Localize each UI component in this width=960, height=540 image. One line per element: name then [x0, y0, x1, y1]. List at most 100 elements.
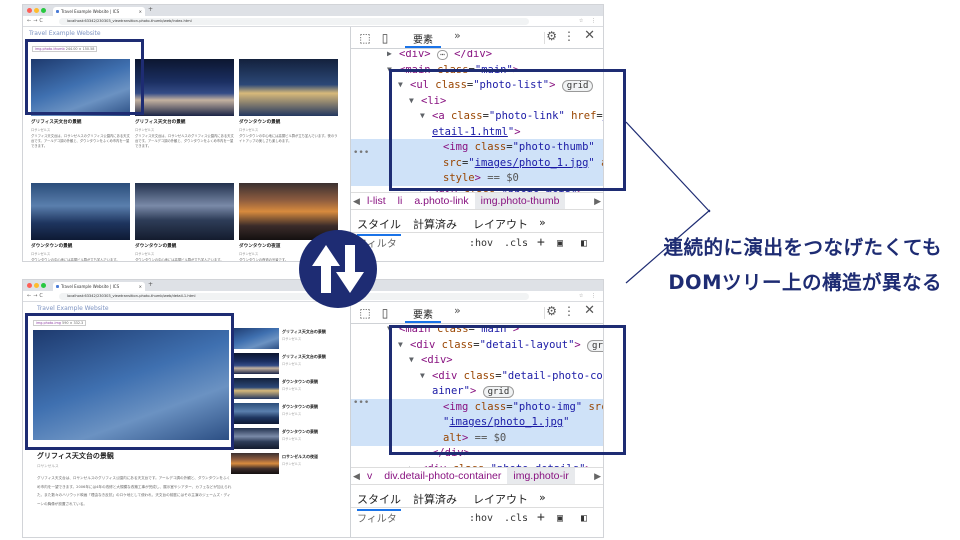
close-tab-icon[interactable]: ×: [139, 7, 142, 16]
new-tab-icon[interactable]: +: [148, 281, 153, 288]
photo-thumb[interactable]: [31, 183, 130, 240]
nav-buttons[interactable]: ←→C: [27, 18, 45, 24]
window-controls[interactable]: [27, 8, 46, 13]
styles-tab[interactable]: レイアウト: [473, 491, 528, 507]
hov-toggle[interactable]: :hov: [469, 238, 493, 249]
add-rule-icon[interactable]: +: [537, 235, 545, 250]
gear-icon[interactable]: ⚙: [546, 304, 557, 318]
related-item[interactable]: グリフィス天文台の景観 ロサンゼルス: [231, 328, 346, 349]
paint-icon[interactable]: ▣: [557, 238, 563, 249]
styles-tab[interactable]: »: [539, 216, 546, 229]
card-description: グリフィス天文台は、ロサンゼルスのグリフィス公園内にある天文台です。アールデコ調…: [31, 134, 130, 149]
device-toggle-icon[interactable]: ▯: [377, 305, 393, 321]
kebab-menu-icon[interactable]: ⋮: [563, 304, 575, 318]
address-bar-row: ←→C localhost:63342/230303_viewtransitio…: [23, 16, 603, 27]
new-tab-icon[interactable]: +: [148, 6, 153, 13]
dom-line[interactable]: ▶ <div> ⋯ </div>: [351, 50, 603, 62]
hov-toggle[interactable]: :hov: [469, 513, 493, 524]
browser-tab[interactable]: Travel Example Website | ICS ×: [53, 7, 145, 16]
cls-toggle[interactable]: .cls: [504, 513, 528, 524]
related-item[interactable]: ロサンゼルスの夜道 ロサンゼルス: [231, 453, 346, 474]
photo-thumb[interactable]: [135, 59, 234, 116]
tab-elements[interactable]: 要素: [405, 305, 441, 323]
kebab-menu-icon[interactable]: ⋮: [563, 29, 575, 43]
gutter-dots: •••: [353, 148, 370, 158]
related-thumb[interactable]: [231, 453, 279, 474]
card-description: ダウンタウンの中心地には高層ビル群が立ち並んでいます。夜のライトアップの美しさも…: [239, 134, 338, 144]
close-tab-icon[interactable]: ×: [139, 282, 142, 291]
breadcrumb: ◀ v div.detail-photo-container img.photo-ir…: [351, 467, 603, 485]
paint-icon[interactable]: ▣: [557, 513, 563, 524]
devtools-toolbar: ⬚ ▯ 要素» ⚙ ⋮ ✕: [351, 302, 603, 324]
card-caption: ダウンタウンの景観: [31, 244, 73, 249]
more-tabs-icon[interactable]: »: [454, 29, 461, 42]
breadcrumb-item[interactable]: l-list: [361, 193, 392, 209]
related-thumb[interactable]: [231, 328, 279, 349]
card-location: ロサンゼルス: [239, 128, 259, 132]
photo-card[interactable]: グリフィス天文台の景観 ロサンゼルス グリフィス天文台は、ロサンゼルスのグリフィス公…: [135, 59, 234, 160]
photo-thumb[interactable]: [135, 183, 234, 240]
photo-card[interactable]: ダウンタウンの景観 ロサンゼルス ダウンタウンの中心地には高層ビル群が立ち並んでいま…: [239, 59, 338, 160]
related-item[interactable]: グリフィス天文台の景観 ロサンゼルス: [231, 353, 346, 374]
photo-thumb[interactable]: [239, 59, 338, 116]
sidebar-toggle-icon[interactable]: ◧: [581, 513, 587, 524]
related-thumb[interactable]: [231, 403, 279, 424]
related-thumb[interactable]: [231, 378, 279, 399]
site-title[interactable]: Travel Example Website: [29, 30, 101, 37]
breadcrumb-item[interactable]: a.photo-link: [408, 193, 474, 209]
styles-tab[interactable]: 計算済み: [413, 491, 457, 507]
styles-tab[interactable]: レイアウト: [473, 216, 528, 232]
photo-card[interactable]: ダウンタウンの景観 ロサンゼルス ダウンタウンの中心地には高層ビル群が立ち並んでいま…: [31, 183, 130, 261]
gear-icon[interactable]: ⚙: [546, 29, 557, 43]
highlight-box-dom-top: [389, 69, 626, 191]
filter-bar: フィルタ:hov .cls + ▣ ◧: [351, 234, 603, 256]
breadcrumb-item[interactable]: v: [361, 468, 378, 484]
breadcrumb-item[interactable]: div.detail-photo-container: [378, 468, 507, 484]
tooltip-dims: 590 × 332.3: [62, 321, 84, 325]
cls-toggle[interactable]: .cls: [504, 238, 528, 249]
tab-elements[interactable]: 要素: [405, 30, 441, 48]
breadcrumb-item[interactable]: img.photo-ir: [507, 468, 575, 484]
breadcrumb-item[interactable]: img.photo-thumb: [474, 193, 566, 209]
breadcrumb-right-icon[interactable]: ▶: [592, 193, 603, 209]
related-item[interactable]: ダウンタウンの景観 ロサンゼルス: [231, 428, 346, 449]
device-toggle-icon[interactable]: ▯: [377, 30, 393, 46]
card-caption: グリフィス天文台の景観: [135, 120, 186, 125]
photo-card[interactable]: ダウンタウンの景観 ロサンゼルス ダウンタウンの中心地には高層ビル群が立ち並んでいま…: [135, 183, 234, 261]
inspect-element-icon[interactable]: ⬚: [357, 30, 373, 46]
url-field[interactable]: localhost:63342/230303_viewtransition-ph…: [59, 293, 529, 300]
related-item[interactable]: ダウンタウンの景観 ロサンゼルス: [231, 378, 346, 399]
related-thumb[interactable]: [231, 428, 279, 449]
url-text: localhost:63342/230303_viewtransition-ph…: [67, 19, 192, 23]
up-down-arrows-icon: [299, 230, 377, 308]
site-title[interactable]: Travel Example Website: [37, 305, 109, 312]
breadcrumb-right-icon[interactable]: ▶: [592, 468, 603, 484]
breadcrumb-item[interactable]: li: [392, 193, 409, 209]
card-location: ロサンゼルス: [31, 252, 51, 256]
close-icon[interactable]: ✕: [584, 28, 595, 43]
callout-lines: [625, 121, 711, 284]
related-location: ロサンゼルス: [282, 437, 302, 441]
window-controls[interactable]: [27, 283, 46, 288]
filter-input[interactable]: フィルタ: [355, 512, 455, 527]
address-icons[interactable]: ☆ ⋮: [579, 293, 599, 299]
add-rule-icon[interactable]: +: [537, 510, 545, 525]
gutter-dots: •••: [353, 398, 370, 408]
related-location: ロサンゼルス: [282, 362, 302, 366]
close-icon[interactable]: ✕: [584, 303, 595, 318]
related-item[interactable]: ダウンタウンの景観 ロサンゼルス: [231, 403, 346, 424]
related-thumb[interactable]: [231, 353, 279, 374]
sidebar-toggle-icon[interactable]: ◧: [581, 238, 587, 249]
tooltip-dims: 244.00 × 150.58: [65, 47, 95, 51]
more-tabs-icon[interactable]: »: [454, 304, 461, 317]
styles-tab[interactable]: 計算済み: [413, 216, 457, 232]
card-location: ロサンゼルス: [31, 128, 51, 132]
related-location: ロサンゼルス: [282, 412, 302, 416]
nav-buttons[interactable]: ←→C: [27, 293, 45, 299]
favicon-icon: [56, 285, 59, 288]
url-field[interactable]: localhost:63342/230303_viewtransition-ph…: [59, 18, 529, 25]
address-icons[interactable]: ☆ ⋮: [579, 18, 599, 24]
browser-tab[interactable]: Travel Example Website | ICS ×: [53, 282, 145, 291]
styles-tab[interactable]: スタイル: [357, 491, 401, 511]
styles-tab[interactable]: »: [539, 491, 546, 504]
